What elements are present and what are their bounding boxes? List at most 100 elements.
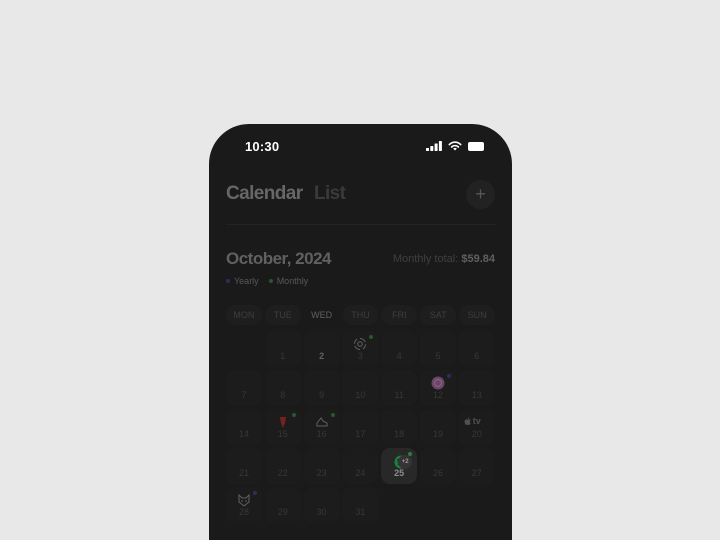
header-divider: [226, 224, 495, 225]
day-number: 27: [471, 468, 482, 478]
day-number: 16: [316, 429, 327, 439]
shoe-icon: [315, 415, 329, 429]
monthly-total-value: $59.84: [461, 253, 495, 265]
legend-yearly-label: Yearly: [234, 276, 259, 286]
weekday-sun: SUN: [459, 305, 496, 325]
add-button[interactable]: +: [466, 180, 495, 209]
yearly-dot: [226, 279, 230, 283]
wifi-icon: [448, 141, 462, 151]
calendar-day-22[interactable]: 22: [264, 448, 301, 484]
day-number: 1: [280, 351, 286, 361]
monthly-total-label: Monthly total:: [392, 253, 459, 265]
calendar-day-17[interactable]: 17: [342, 409, 379, 445]
day-number: 5: [435, 351, 441, 361]
battery-icon: [468, 141, 484, 151]
calendar-day-23[interactable]: 23: [303, 448, 340, 484]
monthly-indicator-dot: [369, 335, 374, 339]
calendar-day-24[interactable]: 24: [342, 448, 379, 484]
weekday-mon: MON: [226, 305, 262, 325]
apple-tv-icon: tv: [464, 416, 481, 426]
weekday-thu: THU: [342, 305, 379, 325]
day-number: 22: [277, 468, 288, 478]
day-number: 7: [241, 390, 247, 400]
cat-mask-icon: [237, 493, 251, 507]
monthly-indicator-dot: [408, 452, 413, 456]
more-subscriptions-badge: +2: [398, 455, 413, 469]
calendar-day-28[interactable]: 28: [226, 487, 262, 523]
weekday-tue: TUE: [264, 305, 301, 325]
calendar-day-26[interactable]: 26: [419, 448, 456, 484]
header: Calendar List +: [226, 180, 495, 220]
day-number: 9: [319, 390, 325, 400]
phone-frame: 10:30 Calendar List + October, 2024 Mont…: [209, 124, 512, 540]
calendar-day-10[interactable]: 10: [342, 370, 379, 406]
calendar-day-9[interactable]: 9: [303, 370, 340, 406]
calendar-day-31[interactable]: 31: [342, 487, 379, 523]
calendar-day-16[interactable]: 16: [303, 409, 340, 445]
monthly-dot: [268, 279, 273, 283]
legend: Yearly Monthly: [226, 276, 308, 286]
tab-list[interactable]: List: [314, 183, 346, 205]
day-number: 3: [357, 351, 363, 361]
cellular-signal-icon: [426, 141, 442, 151]
red-logo-icon: [276, 415, 290, 429]
calendar-day-20[interactable]: tv 20: [458, 409, 495, 445]
calendar-day-4[interactable]: 4: [381, 331, 418, 367]
calendar-day-11[interactable]: 11: [381, 370, 418, 406]
calendar-day-25[interactable]: +2 25: [381, 448, 418, 484]
tab-calendar[interactable]: Calendar: [226, 183, 303, 205]
day-number: 28: [238, 507, 249, 517]
day-number: 10: [355, 390, 366, 400]
day-number: 12: [432, 390, 443, 400]
status-icons: [426, 141, 485, 151]
calendar-day-12[interactable]: 12: [419, 370, 456, 406]
calendar-day-27[interactable]: 27: [458, 448, 495, 484]
apple-tv-text: tv: [472, 416, 481, 426]
day-number: 21: [238, 468, 249, 478]
day-number: 18: [394, 429, 405, 439]
day-number: 25: [394, 468, 405, 478]
day-number: 15: [277, 429, 288, 439]
yearly-indicator-dot: [446, 374, 451, 378]
day-number: 4: [396, 351, 402, 361]
status-time: 10:30: [245, 139, 280, 154]
calendar-day-30[interactable]: 30: [303, 487, 340, 523]
day-number: 8: [280, 390, 286, 400]
day-number: 26: [432, 468, 443, 478]
calendar-day-15[interactable]: 15: [264, 409, 301, 445]
calendar-day-29[interactable]: 29: [264, 487, 301, 523]
day-number: 2: [319, 351, 325, 361]
calendar-day-18[interactable]: 18: [381, 409, 418, 445]
calendar-day-14[interactable]: 14: [226, 409, 262, 445]
calendar-day-21[interactable]: 21: [226, 448, 262, 484]
calendar-day-19[interactable]: 19: [419, 409, 456, 445]
monthly-total: Monthly total: $59.84: [393, 253, 495, 265]
calendar-day-6[interactable]: 6: [458, 331, 495, 367]
calendar-day-3[interactable]: 3: [342, 331, 379, 367]
day-number: 30: [316, 507, 327, 517]
calendar-day-8[interactable]: 8: [264, 370, 301, 406]
weekday-wed: WED: [311, 310, 333, 320]
legend-monthly-label: Monthly: [276, 276, 309, 286]
calendar-day-5[interactable]: 5: [419, 331, 456, 367]
status-bar: 10:30: [209, 124, 512, 170]
day-number: 6: [474, 351, 480, 361]
weekday-sat: SAT: [420, 305, 457, 325]
month-title: October, 2024: [226, 249, 332, 268]
weekday-fri: FRI: [381, 305, 418, 325]
weekday-header: MON TUE WED THU FRI SAT SUN: [226, 305, 496, 325]
day-number: 14: [238, 429, 249, 439]
calendar-day-2[interactable]: 2: [303, 331, 340, 367]
calendar-day-13[interactable]: 13: [458, 370, 495, 406]
legend-yearly: Yearly: [226, 276, 259, 286]
day-number: 11: [394, 390, 404, 400]
day-number: 24: [355, 468, 366, 478]
pink-orb-icon: [431, 376, 445, 390]
legend-monthly: Monthly: [268, 276, 309, 286]
day-number: 17: [355, 429, 366, 439]
openai-icon: [353, 337, 367, 351]
calendar-day-7[interactable]: 7: [226, 370, 262, 406]
calendar-day-1[interactable]: 1: [264, 331, 301, 367]
day-number: 19: [432, 429, 443, 439]
day-number: 29: [277, 507, 288, 517]
